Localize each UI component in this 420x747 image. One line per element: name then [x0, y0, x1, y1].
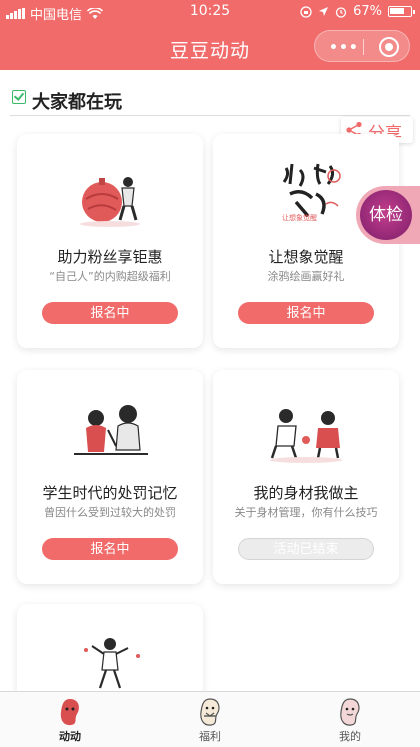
card-subtitle: 曾因什么受到过较大的处罚 [44, 506, 176, 519]
bean-mascot-active-icon [60, 699, 79, 726]
activity-card[interactable]: 让想象觉醒 让想象觉醒 涂鸦绘画赢好礼 报名中 [213, 134, 399, 348]
battery-percent: 67% [353, 4, 382, 19]
signup-button[interactable]: 报名中 [238, 302, 374, 324]
students-punishment-illustration [74, 405, 148, 455]
top-bar: 中国电信 10:25 67% 豆豆动动 ••• [0, 0, 420, 70]
card-title: 学生时代的处罚记忆 [42, 484, 178, 502]
capsule-divider [363, 39, 364, 55]
tab-label: 福利 [199, 730, 221, 743]
section-header: 大家都在玩 [10, 82, 410, 116]
activity-ended-button: 活动已结束 [238, 538, 374, 560]
alarm-icon [335, 6, 347, 18]
card-title: 助力粉丝享钜惠 [57, 248, 163, 266]
lock-rotation-icon [300, 5, 312, 18]
section-title: 大家都在玩 [32, 92, 122, 113]
mini-program-capsule: ••• [314, 30, 410, 62]
health-check-label: 体检 [360, 190, 412, 240]
tab-label: 我的 [339, 730, 361, 743]
card-title: 让想象觉醒 [268, 248, 344, 266]
activity-card[interactable]: 助力粉丝享钜惠 “自己人”的内购超级福利 报名中 [17, 134, 203, 348]
status-right: 67% [300, 4, 415, 19]
card-title: 我的身材我做主 [253, 484, 359, 502]
close-button[interactable] [379, 37, 399, 57]
tab-fuli[interactable]: 福利 [170, 696, 250, 746]
tab-bar: 动动 福利 我的 [0, 691, 420, 747]
pomegranate-illustration [80, 177, 140, 227]
status-bar: 中国电信 10:25 67% [0, 0, 420, 24]
health-check-float-button[interactable]: 体检 [356, 186, 420, 244]
card-subtitle: “自己人”的内购超级福利 [49, 270, 171, 283]
bean-gift-icon [200, 698, 220, 726]
imagination-calligraphy-illustration: 让想象觉醒 [282, 163, 341, 222]
tab-dongdong[interactable]: 动动 [30, 696, 110, 746]
battery-icon [388, 6, 415, 17]
card-subtitle: 关于身材管理，你有什么技巧 [234, 506, 378, 519]
activity-card[interactable]: 学生时代的处罚记忆 曾因什么受到过较大的处罚 报名中 [17, 370, 203, 584]
body-management-illustration [270, 409, 342, 463]
bean-profile-icon [340, 698, 360, 726]
location-icon [319, 7, 329, 16]
check-icon [12, 90, 26, 104]
activity-card[interactable]: 我的身材我做主 关于身材管理，你有什么技巧 活动已结束 [213, 370, 399, 584]
tab-wode[interactable]: 我的 [310, 696, 390, 746]
card-subtitle: 涂鸦绘画赢好礼 [267, 270, 345, 283]
signup-button[interactable]: 报名中 [42, 538, 178, 560]
art-text: 让想象觉醒 [282, 213, 317, 222]
signup-button[interactable]: 报名中 [42, 302, 178, 324]
activity-card[interactable] [17, 604, 203, 704]
more-button[interactable]: ••• [329, 40, 359, 56]
tab-label: 动动 [59, 730, 81, 743]
